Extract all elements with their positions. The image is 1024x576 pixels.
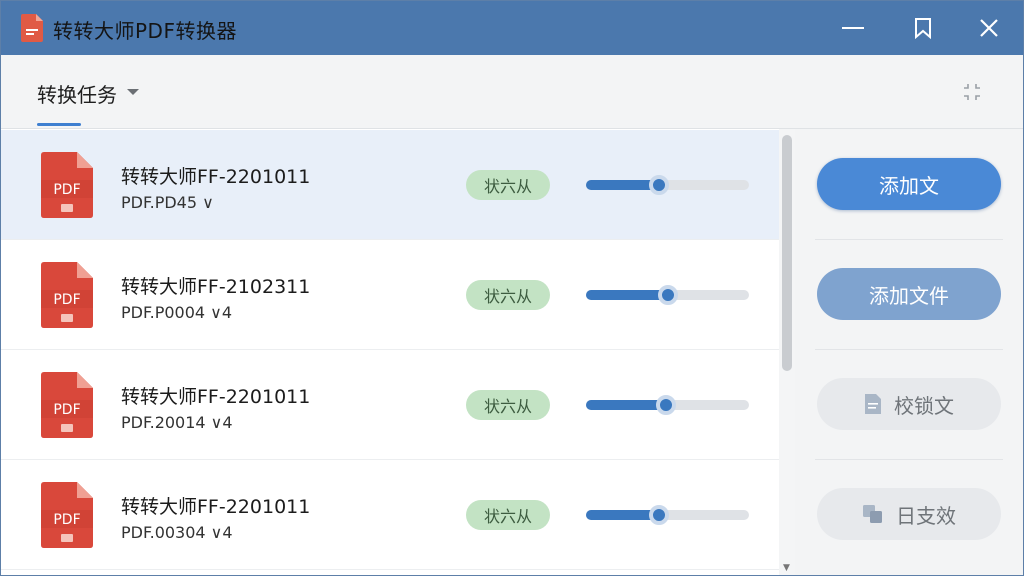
copy-icon: [863, 505, 882, 523]
file-name: 转转大师FF-2102311: [121, 276, 311, 298]
status-badge: 状六从: [466, 500, 550, 530]
pdf-file-icon: PDF: [41, 372, 93, 438]
svg-text:PDF: PDF: [53, 512, 80, 528]
add-text-label: 添加文: [879, 173, 939, 198]
minimize-icon: [842, 27, 864, 29]
progress-bar[interactable]: [586, 395, 749, 415]
task-toolbar: 转换任务: [1, 55, 1023, 129]
divider: [815, 239, 1003, 240]
collapse-icon[interactable]: [961, 81, 983, 103]
pdf-app-icon: [21, 14, 43, 42]
status-badge: 状六从: [466, 390, 550, 420]
pdf-file-icon: PDF: [41, 262, 93, 328]
svg-text:PDF: PDF: [53, 182, 80, 198]
file-meta: PDF.00304 ∨4: [121, 523, 233, 542]
proofread-button[interactable]: 校锁文: [817, 378, 1001, 430]
add-text-button[interactable]: 添加文: [817, 158, 1001, 210]
file-meta: PDF.20014 ∨4: [121, 413, 233, 432]
progress-bar[interactable]: [586, 505, 749, 525]
file-meta: PDF.P0004 ∨4: [121, 303, 233, 322]
close-icon: [980, 19, 998, 37]
app-window: 转转大师PDF转换器 转换任务 PDF 转转大师FF-2201011 PDF.P…: [0, 0, 1024, 576]
file-row[interactable]: PDF 转转大师FF-2201011 PDF.PD45 ∨ 状六从: [1, 130, 779, 240]
add-file-label: 添加文件: [869, 283, 949, 308]
divider: [815, 459, 1003, 460]
pdf-file-icon: PDF: [41, 152, 93, 218]
file-meta: PDF.PD45 ∨: [121, 193, 214, 212]
minimize-button[interactable]: [833, 11, 873, 45]
scroll-thumb[interactable]: [782, 135, 792, 371]
list-scrollbar[interactable]: ▼: [779, 129, 795, 575]
file-name: 转转大师FF-2201011: [121, 386, 311, 408]
pdf-file-icon: PDF: [41, 482, 93, 548]
progress-bar[interactable]: [586, 285, 749, 305]
tab-convert-tasks[interactable]: 转换任务: [37, 79, 117, 108]
action-panel: 添加文 添加文件 校锁文 日支效: [795, 129, 1023, 575]
tab-active-indicator: [37, 123, 81, 126]
progress-handle[interactable]: [649, 505, 669, 525]
svg-text:PDF: PDF: [53, 402, 80, 418]
bookmark-button[interactable]: [903, 11, 943, 45]
app-title: 转转大师PDF转换器: [53, 19, 237, 43]
add-file-button[interactable]: 添加文件: [817, 268, 1001, 320]
progress-handle[interactable]: [649, 175, 669, 195]
file-list: PDF 转转大师FF-2201011 PDF.PD45 ∨ 状六从 PDF 转转…: [1, 129, 779, 575]
title-bar: 转转大师PDF转换器: [1, 1, 1023, 55]
progress-bar[interactable]: [586, 175, 749, 195]
file-name: 转转大师FF-2201011: [121, 496, 311, 518]
file-row[interactable]: PDF 转转大师FF-2201011 PDF.00304 ∨4 状六从: [1, 460, 779, 570]
close-button[interactable]: [969, 11, 1009, 45]
status-badge: 状六从: [466, 280, 550, 310]
daily-label: 日支效: [896, 503, 956, 528]
progress-handle[interactable]: [656, 395, 676, 415]
file-row[interactable]: PDF 转转大师FF-2102311 PDF.P0004 ∨4 状六从: [1, 240, 779, 350]
daily-button[interactable]: 日支效: [817, 488, 1001, 540]
divider: [815, 349, 1003, 350]
progress-handle[interactable]: [658, 285, 678, 305]
svg-text:PDF: PDF: [53, 292, 80, 308]
scroll-down-icon[interactable]: ▼: [783, 563, 790, 573]
proofread-label: 校锁文: [894, 393, 954, 418]
file-name: 转转大师FF-2201011: [121, 166, 311, 188]
progress-fill: [586, 400, 666, 410]
bookmark-icon: [915, 18, 931, 39]
file-row[interactable]: PDF 转转大师FF-2201011 PDF.20014 ∨4 状六从: [1, 350, 779, 460]
document-icon: [865, 394, 881, 414]
progress-fill: [586, 290, 668, 300]
chevron-down-icon[interactable]: [127, 89, 139, 95]
status-badge: 状六从: [466, 170, 550, 200]
